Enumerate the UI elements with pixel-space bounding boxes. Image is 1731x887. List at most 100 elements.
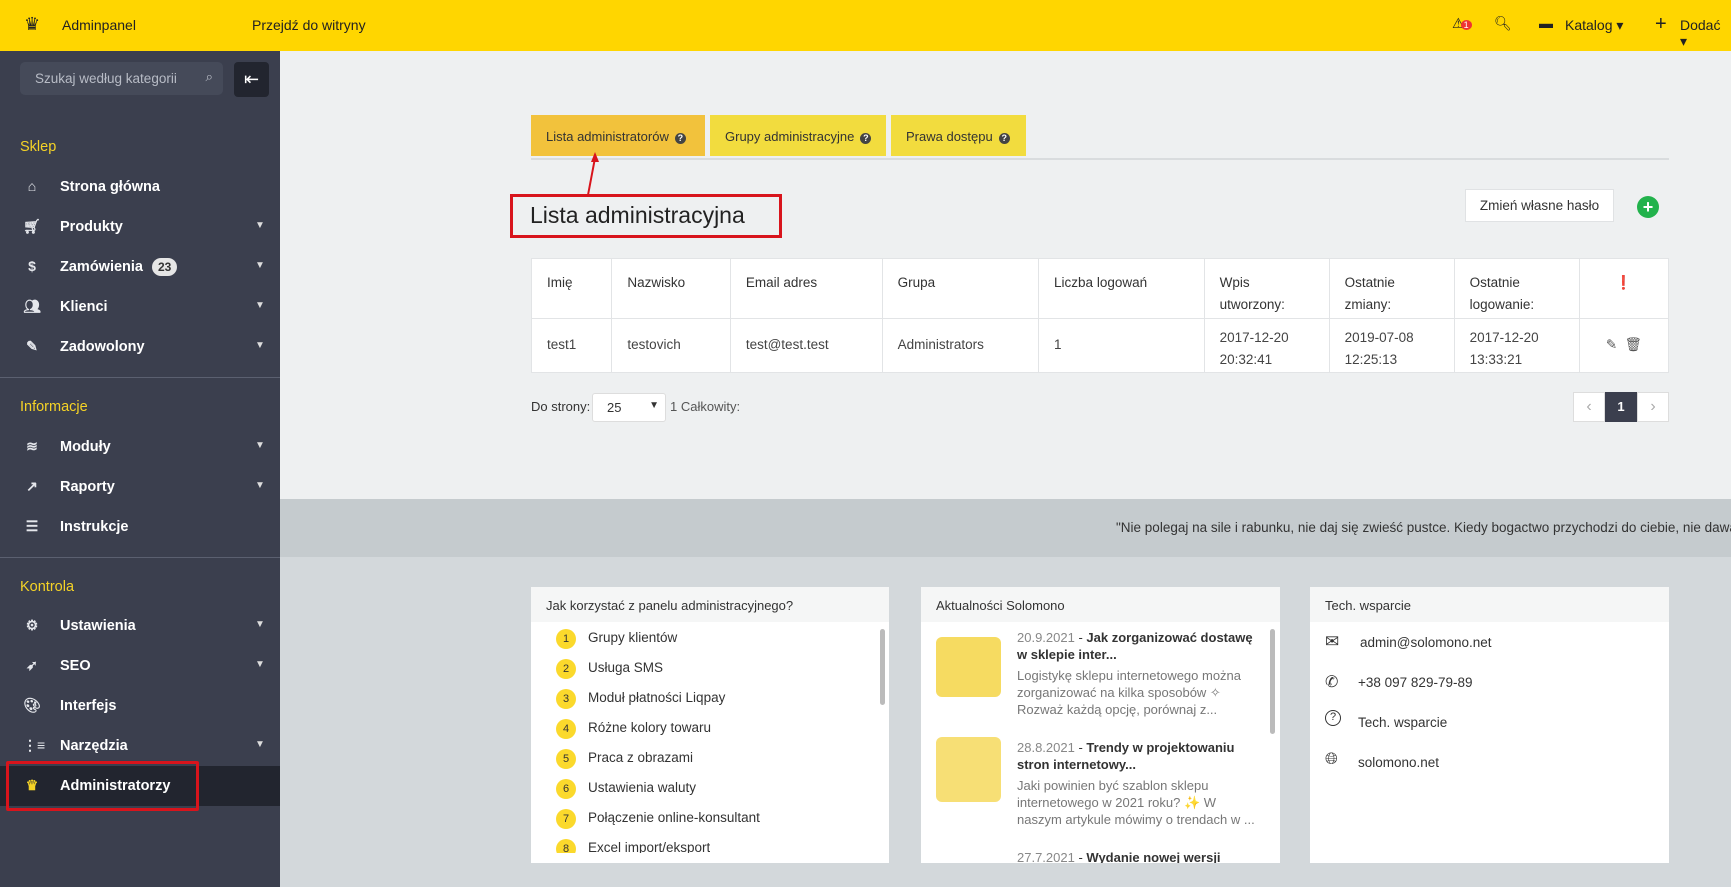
cell: 2017-12-20 13:33:21 <box>1453 318 1580 373</box>
tab-admin-groups[interactable]: Grupy administracyjne? <box>710 115 886 156</box>
sidebar-item-clients[interactable]: 👥︎ Klienci ▼ <box>0 287 280 327</box>
sidebar-item-interface[interactable]: 🎨︎ Interfejs <box>0 686 280 726</box>
sidebar-item-instructions[interactable]: ☰ Instrukcje <box>0 507 280 547</box>
add-menu[interactable]: Dodać ▾ <box>1680 17 1731 50</box>
panel-title: Jak korzystać z panelu administracyjnego… <box>531 587 889 622</box>
cell: Administrators <box>881 318 1040 373</box>
sliders-icon: ⋮≡ <box>23 737 46 753</box>
col-header[interactable]: Ostatnie zmiany: <box>1328 258 1455 319</box>
tab-underline <box>531 158 1669 160</box>
sidebar-item-settings[interactable]: ⚙ Ustawienia ▼ <box>0 606 280 646</box>
col-header[interactable]: Ostatnie logowanie: <box>1453 258 1580 319</box>
news-date: 20.9.2021 <box>1017 630 1075 645</box>
gear-icon: ⚙ <box>25 617 39 633</box>
list-item[interactable]: 2 Usługa SMS <box>556 659 663 679</box>
highlight-box <box>6 761 199 811</box>
question-icon: ? <box>1325 710 1341 726</box>
chevron-down-icon: ▼ <box>649 400 659 411</box>
sidebar-item-tools[interactable]: ⋮≡ Narzędzia ▼ <box>0 726 280 766</box>
list-item[interactable]: 1 Grupy klientów <box>556 629 677 649</box>
chevron-down-icon: ▼ <box>255 340 265 351</box>
cell: test@test.test <box>729 318 883 373</box>
sidebar-item-modules[interactable]: ≋ Moduły ▼ <box>0 427 280 467</box>
per-page-select[interactable]: 25 ▼ <box>592 393 666 422</box>
item-label: Praca z obrazami <box>588 750 694 765</box>
col-header[interactable]: Imię <box>530 258 613 319</box>
support-help-link[interactable]: Tech. wsparcie <box>1358 715 1447 730</box>
search-icon[interactable]: 🔍︎ <box>1494 15 1512 32</box>
help-icon: ? <box>998 133 1010 144</box>
sidebar-item-home[interactable]: ⌂ Strona główna <box>0 167 280 207</box>
cell: 2017-12-20 20:32:41 <box>1203 318 1330 373</box>
support-email-link[interactable]: admin@solomono.net <box>1360 635 1492 650</box>
cell: test1 <box>530 318 613 373</box>
chevron-down-icon: ▼ <box>255 739 265 750</box>
number-icon: 7 <box>556 809 576 829</box>
support-site-link[interactable]: solomono.net <box>1358 755 1439 770</box>
chevron-down-icon: ▼ <box>255 300 265 311</box>
sidebar-item-seo[interactable]: ➶ SEO ▼ <box>0 646 280 686</box>
news-item[interactable]: 20.9.2021 - Jak zorganizować dostawę w s… <box>1017 629 1257 718</box>
alert-icon[interactable]: ⚠1 <box>1452 15 1472 32</box>
page-1-button[interactable]: 1 <box>1605 392 1637 422</box>
prev-page-button[interactable]: ‹ <box>1573 392 1605 422</box>
layers-icon: ≋ <box>26 438 38 454</box>
chevron-down-icon: ▼ <box>255 480 265 491</box>
label: Instrukcje <box>60 519 129 535</box>
change-password-button[interactable]: Zmień własne hasło <box>1465 189 1614 222</box>
visit-site-link[interactable]: Przejdź do witryny <box>252 17 366 33</box>
sidebar-item-products[interactable]: 🛒︎ Produkty ▼ <box>0 207 280 247</box>
chevron-down-icon: ▼ <box>255 440 265 451</box>
catalog-menu[interactable]: Katalog ▾ <box>1565 17 1623 34</box>
collapse-sidebar-button[interactable]: ⇤ <box>234 62 269 97</box>
item-label: Różne kolory towaru <box>588 720 712 735</box>
cell: testovich <box>611 318 731 373</box>
list-item[interactable]: 3 Moduł płatności Liqpay <box>556 689 725 709</box>
col-header[interactable]: Wpis utworzony: <box>1203 258 1330 319</box>
number-icon: 8 <box>556 839 576 853</box>
list-item[interactable]: 7 Połączenie online-konsultant <box>556 809 760 829</box>
dollar-icon: $ <box>28 258 36 274</box>
label: Zadowolony <box>60 339 145 355</box>
sidebar-item-satisfied[interactable]: ✎ Zadowolony ▼ <box>0 327 280 367</box>
tab-access-rights[interactable]: Prawa dostępu? <box>891 115 1026 156</box>
phone-icon: ✆ <box>1325 674 1339 691</box>
tab-label: Lista administratorów <box>546 129 669 144</box>
globe-icon: 🌐︎ <box>1325 751 1338 768</box>
info-icon: ❗ <box>1578 258 1670 319</box>
sidebar-item-reports[interactable]: ↗ Raporty ▼ <box>0 467 280 507</box>
list-item[interactable]: 8 Excel import/eksport <box>556 839 710 853</box>
edit-icon[interactable]: ✎ <box>1606 337 1617 352</box>
delete-icon[interactable]: 🗑︎ <box>1625 337 1642 352</box>
add-label: Dodać <box>1680 17 1721 33</box>
help-icon: ? <box>674 133 686 144</box>
scrollbar[interactable] <box>880 629 885 705</box>
col-header[interactable]: Liczba logowań <box>1038 258 1205 319</box>
add-admin-button[interactable]: + <box>1637 196 1659 218</box>
chart-line-icon: ↗ <box>26 478 38 494</box>
row-actions: ✎ 🗑︎ <box>1578 318 1670 373</box>
label: Produkty <box>60 219 123 235</box>
col-header[interactable]: Nazwisko <box>611 258 731 319</box>
next-page-button[interactable]: › <box>1637 392 1669 422</box>
col-header[interactable]: Grupa <box>881 258 1040 319</box>
scrollbar[interactable] <box>1270 629 1275 734</box>
label: Moduły <box>60 439 111 455</box>
tab-admin-list[interactable]: Lista administratorów? <box>531 115 705 156</box>
col-header[interactable]: Email adres <box>729 258 883 319</box>
list-item[interactable]: 5 Praca z obrazami <box>556 749 693 769</box>
orders-badge: 23 <box>152 258 178 276</box>
category-search-input[interactable]: Szukaj według kategorii ⌕ <box>20 62 223 95</box>
support-panel: Tech. wsparcie ✉ admin@solomono.net ✆ +3… <box>1310 587 1669 863</box>
divider <box>0 557 280 558</box>
list-item[interactable]: 4 Różne kolory towaru <box>556 719 711 739</box>
plus-icon: + <box>1655 13 1667 35</box>
news-item[interactable]: 28.8.2021 - Trendy w projektowaniu stron… <box>1017 739 1257 828</box>
brand[interactable]: Adminpanel <box>62 17 136 33</box>
list-item[interactable]: 6 Ustawienia waluty <box>556 779 696 799</box>
howto-panel: Jak korzystać z panelu administracyjnego… <box>531 587 889 863</box>
sidebar-item-orders[interactable]: $ Zamówienia 23 ▼ <box>0 247 280 287</box>
news-panel: Aktualności Solomono 20.9.2021 - Jak zor… <box>921 587 1280 863</box>
news-item[interactable]: 27.7.2021 - Wydanie nowej wersji <box>1017 849 1257 863</box>
number-icon: 2 <box>556 659 576 679</box>
